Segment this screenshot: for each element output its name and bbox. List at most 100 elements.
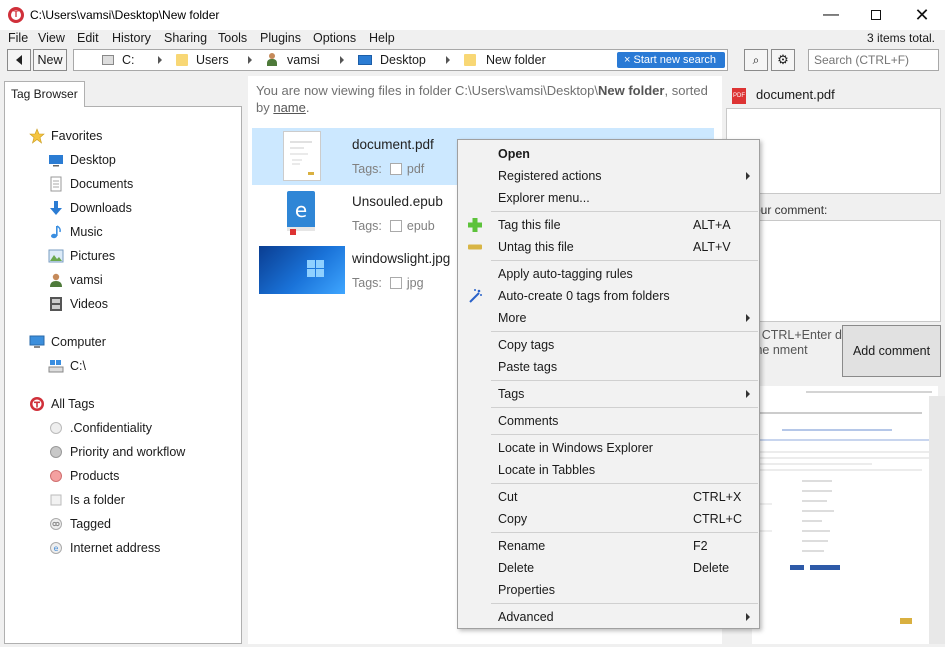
menu-item-rename[interactable]: Rename F2	[459, 535, 758, 557]
menu-sharing[interactable]: Sharing	[164, 31, 207, 45]
back-button[interactable]	[7, 49, 31, 71]
tree-item-music[interactable]: Music	[48, 222, 103, 242]
tree-item-is-a-folder[interactable]: Is a folder	[48, 490, 125, 510]
tree-item-confidentiality[interactable]: .Confidentiality	[48, 418, 152, 438]
menu-item-comments[interactable]: Comments	[459, 410, 758, 432]
star-icon	[29, 128, 45, 144]
menu-item-open[interactable]: Open	[459, 143, 758, 165]
tree-item-documents[interactable]: Documents	[48, 174, 133, 194]
tag-label[interactable]: pdf	[407, 162, 424, 176]
menu-item-locate-windows-explorer[interactable]: Locate in Windows Explorer	[459, 437, 758, 459]
window-title: C:\Users\vamsi\Desktop\New folder	[30, 8, 220, 22]
tag-label[interactable]: epub	[407, 219, 435, 233]
tree-item-label: Favorites	[51, 129, 103, 143]
menu-history[interactable]: History	[112, 31, 151, 45]
menu-item-copy[interactable]: Copy CTRL+C	[459, 508, 758, 530]
tree-item-videos[interactable]: Videos	[48, 294, 108, 314]
breadcrumb-users[interactable]: Users	[196, 53, 229, 67]
minimize-button[interactable]: —	[808, 0, 854, 30]
file-name[interactable]: Unsouled.epub	[352, 194, 443, 209]
new-button[interactable]: New	[33, 49, 67, 71]
search-input[interactable]	[808, 49, 939, 71]
menu-item-auto-tagging[interactable]: Apply auto-tagging rules	[459, 263, 758, 285]
preview-scrollbar[interactable]	[929, 396, 945, 644]
settings-button[interactable]: ⚙	[771, 49, 795, 71]
tree-item-tagged[interactable]: Tagged	[48, 514, 111, 534]
menu-file[interactable]: File	[8, 31, 28, 45]
menu-item-tag-file[interactable]: Tag this file ALT+A	[459, 214, 758, 236]
menu-plugins[interactable]: Plugins	[260, 31, 301, 45]
breadcrumb-separator-icon[interactable]	[158, 56, 162, 64]
tag-checkbox[interactable]	[389, 163, 402, 175]
file-name[interactable]: document.pdf	[352, 137, 434, 152]
desktop-icon	[358, 55, 372, 65]
menu-item-paste-tags[interactable]: Paste tags	[459, 356, 758, 378]
tag-icon: e	[48, 540, 64, 556]
tree-item-label: Downloads	[70, 201, 132, 215]
menu-item-locate-tabbles[interactable]: Locate in Tabbles	[459, 459, 758, 481]
menu-item-registered-actions[interactable]: Registered actions	[459, 165, 758, 187]
maximize-icon	[871, 10, 881, 20]
breadcrumb-desktop[interactable]: Desktop	[380, 53, 426, 67]
videos-icon	[48, 296, 64, 312]
tree-item-desktop[interactable]: Desktop	[48, 150, 116, 170]
menu-tools[interactable]: Tools	[218, 31, 247, 45]
add-comment-button[interactable]: Add comment	[842, 325, 941, 377]
tree-item-all-tags[interactable]: All Tags	[29, 394, 95, 414]
tree-item-internet-address[interactable]: e Internet address	[48, 538, 160, 558]
file-tags: Tags: pdf	[352, 162, 425, 176]
tree-item-downloads[interactable]: Downloads	[48, 198, 132, 218]
breadcrumb-drive[interactable]: C:	[122, 53, 135, 67]
menu-edit[interactable]: Edit	[77, 31, 99, 45]
menu-item-auto-create-tags[interactable]: Auto-create 0 tags from folders	[459, 285, 758, 307]
close-button[interactable]: ✕	[899, 0, 945, 30]
menu-item-untag-file[interactable]: Untag this file ALT+V	[459, 236, 758, 258]
menu-item-properties[interactable]: Properties	[459, 579, 758, 601]
music-icon	[48, 224, 64, 240]
gear-icon: ⚙	[777, 52, 789, 67]
file-name[interactable]: windowslight.jpg	[352, 251, 450, 266]
menu-options[interactable]: Options	[313, 31, 356, 45]
menu-item-tags[interactable]: Tags	[459, 383, 758, 405]
menu-bar: File View Edit History Sharing Tools Plu…	[0, 30, 945, 48]
breadcrumb-new-folder[interactable]: New folder	[486, 53, 546, 67]
tag-icon	[48, 420, 64, 436]
tree-item-products[interactable]: Products	[48, 466, 119, 486]
tree-item-label: Is a folder	[70, 493, 125, 507]
menu-help[interactable]: Help	[369, 31, 395, 45]
breadcrumb-separator-icon[interactable]	[248, 56, 252, 64]
tab-tag-browser[interactable]: Tag Browser	[4, 81, 85, 107]
breadcrumb-vamsi[interactable]: vamsi	[287, 53, 320, 67]
comment-input[interactable]	[752, 220, 941, 322]
menu-item-explorer-menu[interactable]: Explorer menu...	[459, 187, 758, 209]
tag-checkbox[interactable]	[389, 277, 402, 289]
sort-by-link[interactable]: name	[273, 100, 306, 115]
menu-item-cut[interactable]: Cut CTRL+X	[459, 486, 758, 508]
find-button[interactable]: ⌕	[744, 49, 768, 71]
menu-item-delete[interactable]: Delete Delete	[459, 557, 758, 579]
tag-browser-panel: Favorites Desktop Documents Downloads Mu…	[4, 106, 242, 644]
folder-info-text: You are now viewing files in folder C:\U…	[256, 83, 708, 115]
maximize-button[interactable]	[853, 0, 899, 30]
submenu-arrow-icon	[746, 613, 750, 621]
tree-item-pictures[interactable]: Pictures	[48, 246, 115, 266]
menu-item-more[interactable]: More	[459, 307, 758, 329]
tree-item-label: Tagged	[70, 517, 112, 531]
tree-item-drive-c[interactable]: C:\	[48, 356, 86, 376]
menu-view[interactable]: View	[38, 31, 65, 45]
menu-item-advanced[interactable]: Advanced	[459, 606, 758, 628]
tree-item-favorites[interactable]: Favorites	[29, 126, 102, 146]
svg-text:e: e	[54, 544, 59, 553]
menu-separator	[491, 483, 758, 484]
menu-item-copy-tags[interactable]: Copy tags	[459, 334, 758, 356]
document-preview	[752, 386, 938, 644]
tree-item-vamsi[interactable]: vamsi	[48, 270, 103, 290]
breadcrumb-separator-icon[interactable]	[446, 56, 450, 64]
breadcrumb-separator-icon[interactable]	[340, 56, 344, 64]
tree-item-priority-workflow[interactable]: Priority and workflow	[48, 442, 185, 462]
address-bar[interactable]: C: Users vamsi Desktop New folder × Star…	[73, 49, 728, 71]
tree-item-computer[interactable]: Computer	[29, 332, 106, 352]
start-new-search-button[interactable]: × Start new search	[617, 52, 725, 68]
tag-label[interactable]: jpg	[407, 276, 424, 290]
tag-checkbox[interactable]	[389, 220, 402, 232]
